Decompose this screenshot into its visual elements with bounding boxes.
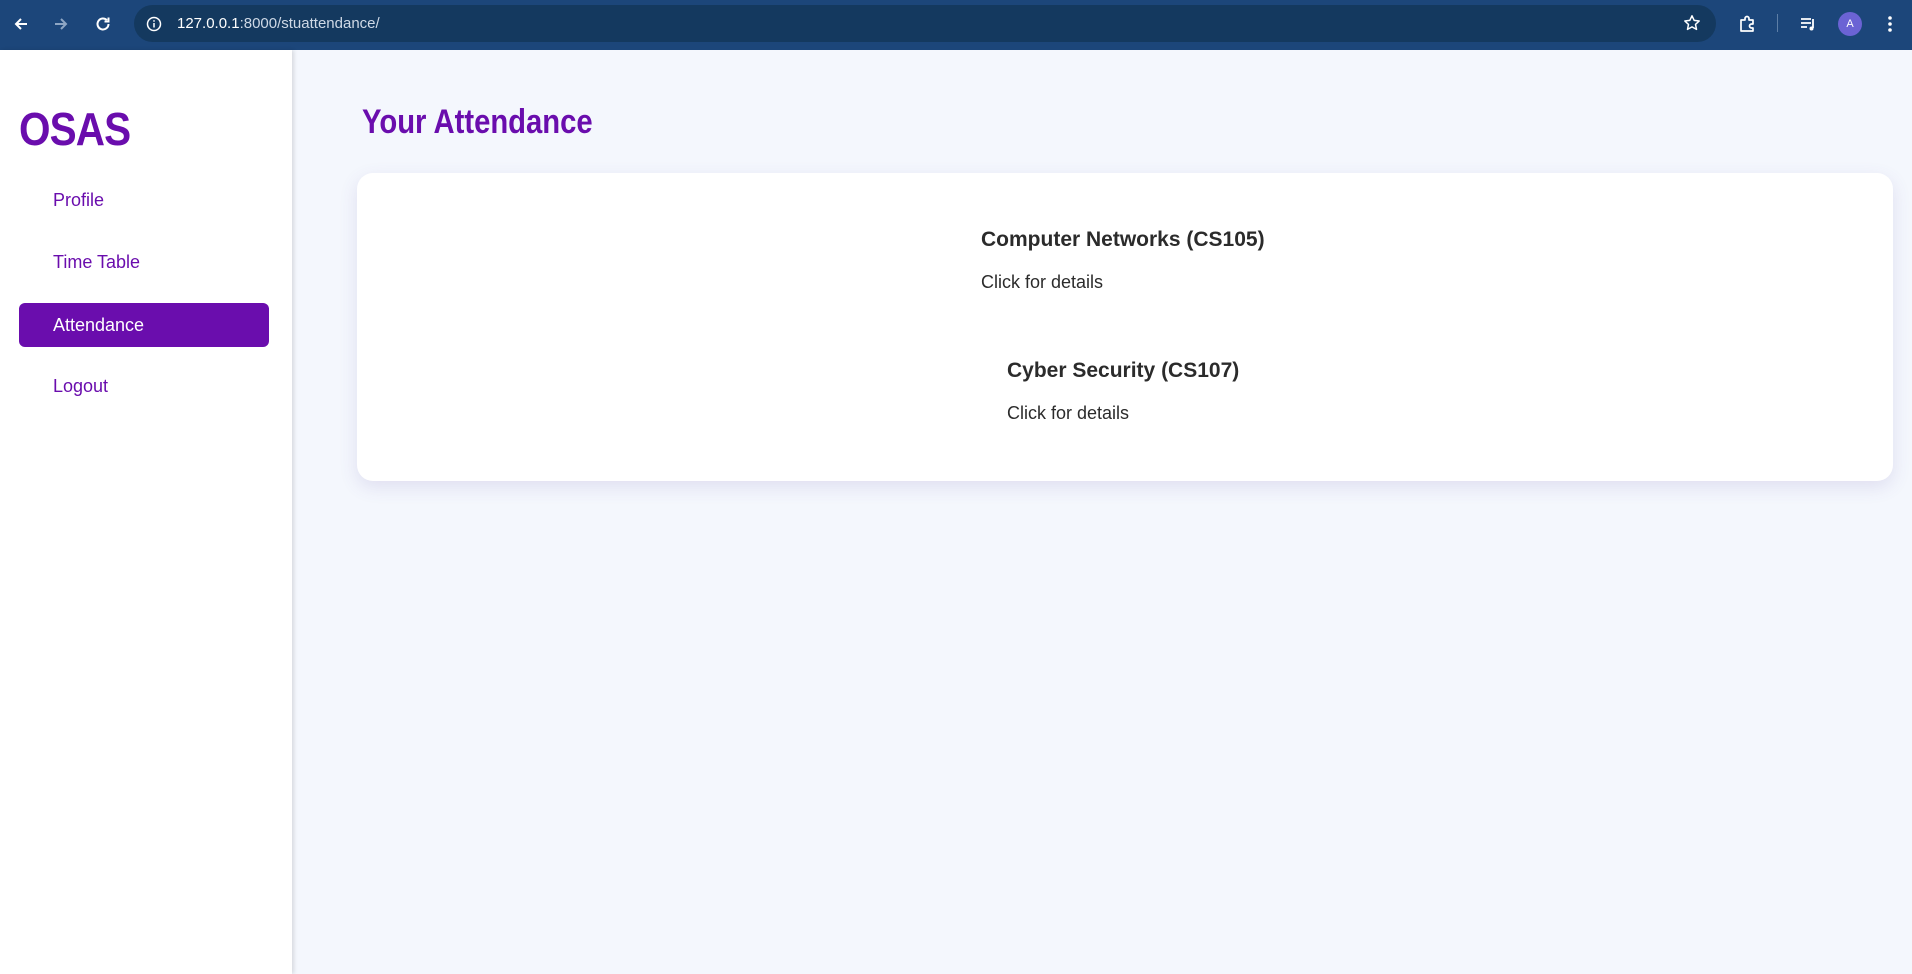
url-text: 127.0.0.1:8000/stuattendance/ — [177, 15, 380, 32]
sidebar-item-time-table[interactable]: Time Table — [19, 240, 269, 284]
sidebar: OSAS Profile Time Table Attendance Logou… — [0, 50, 292, 974]
sidebar-item-attendance[interactable]: Attendance — [19, 303, 269, 347]
course-name: Computer Networks (CS105) — [981, 228, 1265, 251]
reload-button[interactable] — [90, 11, 116, 37]
profile-avatar[interactable]: A — [1838, 12, 1862, 36]
forward-button[interactable] — [48, 11, 74, 37]
course-item-cs107[interactable]: Cyber Security (CS107) Click for details — [1007, 359, 1239, 424]
sidebar-item-logout[interactable]: Logout — [19, 364, 269, 408]
course-item-cs105[interactable]: Computer Networks (CS105) Click for deta… — [981, 228, 1265, 293]
media-queue-icon[interactable] — [1795, 11, 1821, 37]
page-title: Your Attendance — [362, 103, 593, 141]
brand-logo: OSAS — [19, 103, 131, 155]
back-button[interactable] — [8, 11, 34, 37]
site-info-icon[interactable] — [144, 14, 163, 33]
toolbar-divider — [1777, 14, 1778, 32]
course-details-link[interactable]: Click for details — [981, 272, 1265, 293]
sidebar-item-profile[interactable]: Profile — [19, 178, 269, 222]
more-menu-icon[interactable] — [1877, 11, 1903, 37]
back-arrow-icon — [14, 18, 27, 30]
browser-toolbar: 127.0.0.1:8000/stuattendance/ A — [0, 0, 1912, 50]
extensions-icon[interactable] — [1734, 11, 1760, 37]
course-name: Cyber Security (CS107) — [1007, 359, 1240, 382]
course-details-link[interactable]: Click for details — [1007, 403, 1239, 424]
url-host: 127.0.0.1 — [177, 15, 240, 32]
bookmark-star-icon[interactable] — [1682, 13, 1702, 33]
url-path: :8000/stuattendance/ — [239, 15, 380, 32]
address-bar[interactable]: 127.0.0.1:8000/stuattendance/ — [134, 5, 1716, 42]
attendance-card: Computer Networks (CS105) Click for deta… — [357, 173, 1893, 481]
forward-arrow-icon — [55, 18, 68, 30]
reload-icon — [96, 17, 110, 31]
